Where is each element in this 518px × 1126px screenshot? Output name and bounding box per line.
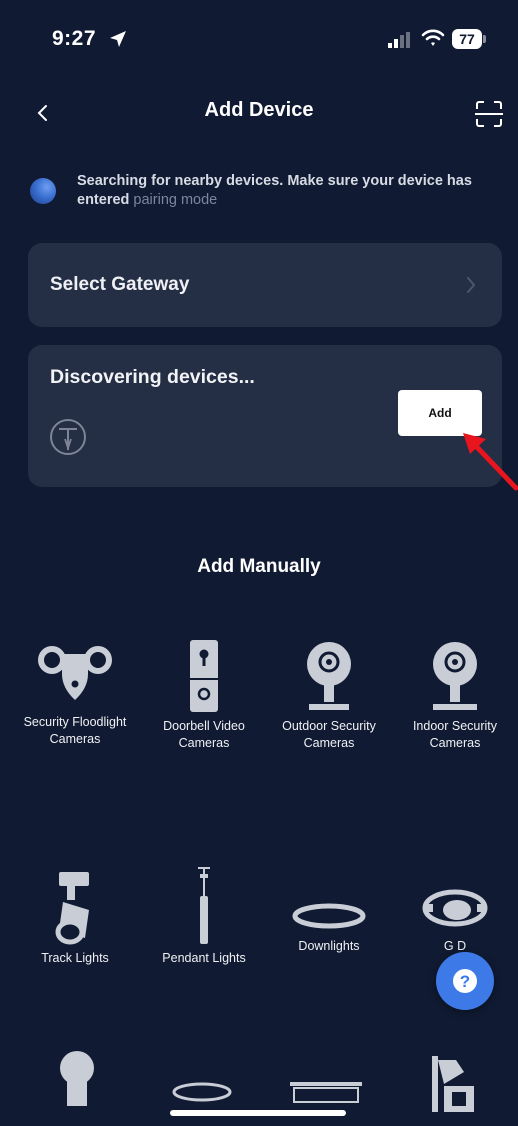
- device-label: Doorbell Video Cameras: [163, 719, 245, 750]
- outdoor-camera-icon: [307, 642, 351, 710]
- device-label: Track Lights: [41, 951, 109, 965]
- downlight-icon: [292, 903, 366, 929]
- bulb-icon: [60, 1051, 94, 1106]
- track-light-icon: [55, 872, 89, 945]
- radar-icon: [30, 178, 56, 204]
- discovering-title: Discovering devices...: [50, 366, 255, 388]
- scan-button[interactable]: [474, 100, 504, 128]
- device-security-floodlight-cameras[interactable]: Security Floodlight Cameras: [20, 640, 130, 748]
- pointer-arrow-icon: [463, 433, 518, 491]
- page-title: Add Device: [204, 99, 314, 121]
- scan-icon: [475, 101, 503, 127]
- device-label: Indoor Security Cameras: [412, 719, 498, 750]
- svg-text:?: ?: [460, 972, 470, 991]
- select-gateway-label: Select Gateway: [50, 274, 190, 295]
- device-downlights[interactable]: Downlights: [274, 896, 384, 955]
- searching-message: Searching for nearby devices. Make sure …: [77, 172, 497, 210]
- pendant-lamp-icon: [48, 417, 88, 462]
- device-gimbal-downlights[interactable]: G D: [400, 880, 510, 955]
- outdoor-lantern-icon: [432, 1056, 474, 1112]
- floodlight-camera-icon: [38, 646, 112, 700]
- pairing-mode-link[interactable]: pairing mode: [133, 192, 217, 208]
- home-indicator: [170, 1110, 346, 1116]
- status-bar: 9:27 77: [0, 0, 518, 78]
- select-gateway-row[interactable]: Select Gateway: [28, 243, 502, 327]
- indoor-camera-icon: [433, 642, 477, 710]
- chevron-right-icon: [464, 274, 478, 301]
- device-indoor-security-cameras[interactable]: Indoor Security Cameras: [400, 638, 510, 752]
- add-device-screen: 9:27 77 Add Device Searching for nearby …: [0, 0, 518, 1126]
- device-pendant-lights[interactable]: Pendant Lights: [149, 866, 259, 967]
- gimbal-downlight-icon: [422, 889, 488, 927]
- device-track-lights[interactable]: Track Lights: [20, 870, 130, 967]
- wifi-icon: [421, 28, 445, 53]
- device-label: Pendant Lights: [162, 951, 246, 965]
- add-manually-title: Add Manually: [197, 556, 321, 577]
- device-label: Downlights: [298, 939, 360, 953]
- pendant-light-icon: [198, 867, 210, 944]
- help-chat-icon: ?: [453, 969, 477, 993]
- battery-icon: 77: [452, 29, 486, 49]
- device-outdoor-security-cameras[interactable]: Outdoor Security Cameras: [274, 638, 384, 752]
- discovering-card: Discovering devices... Add: [28, 345, 502, 487]
- location-arrow-icon: [109, 30, 127, 53]
- help-button[interactable]: ?: [436, 952, 494, 1010]
- status-time: 9:27: [52, 27, 97, 50]
- cellular-signal-icon: [388, 32, 412, 53]
- doorbell-camera-icon: [190, 640, 218, 712]
- strip-light-icon: [172, 1082, 362, 1103]
- device-label: Security Floodlight Cameras: [23, 715, 127, 746]
- device-label: Outdoor Security Cameras: [282, 719, 376, 750]
- device-doorbell-video-cameras[interactable]: Doorbell Video Cameras: [149, 638, 259, 752]
